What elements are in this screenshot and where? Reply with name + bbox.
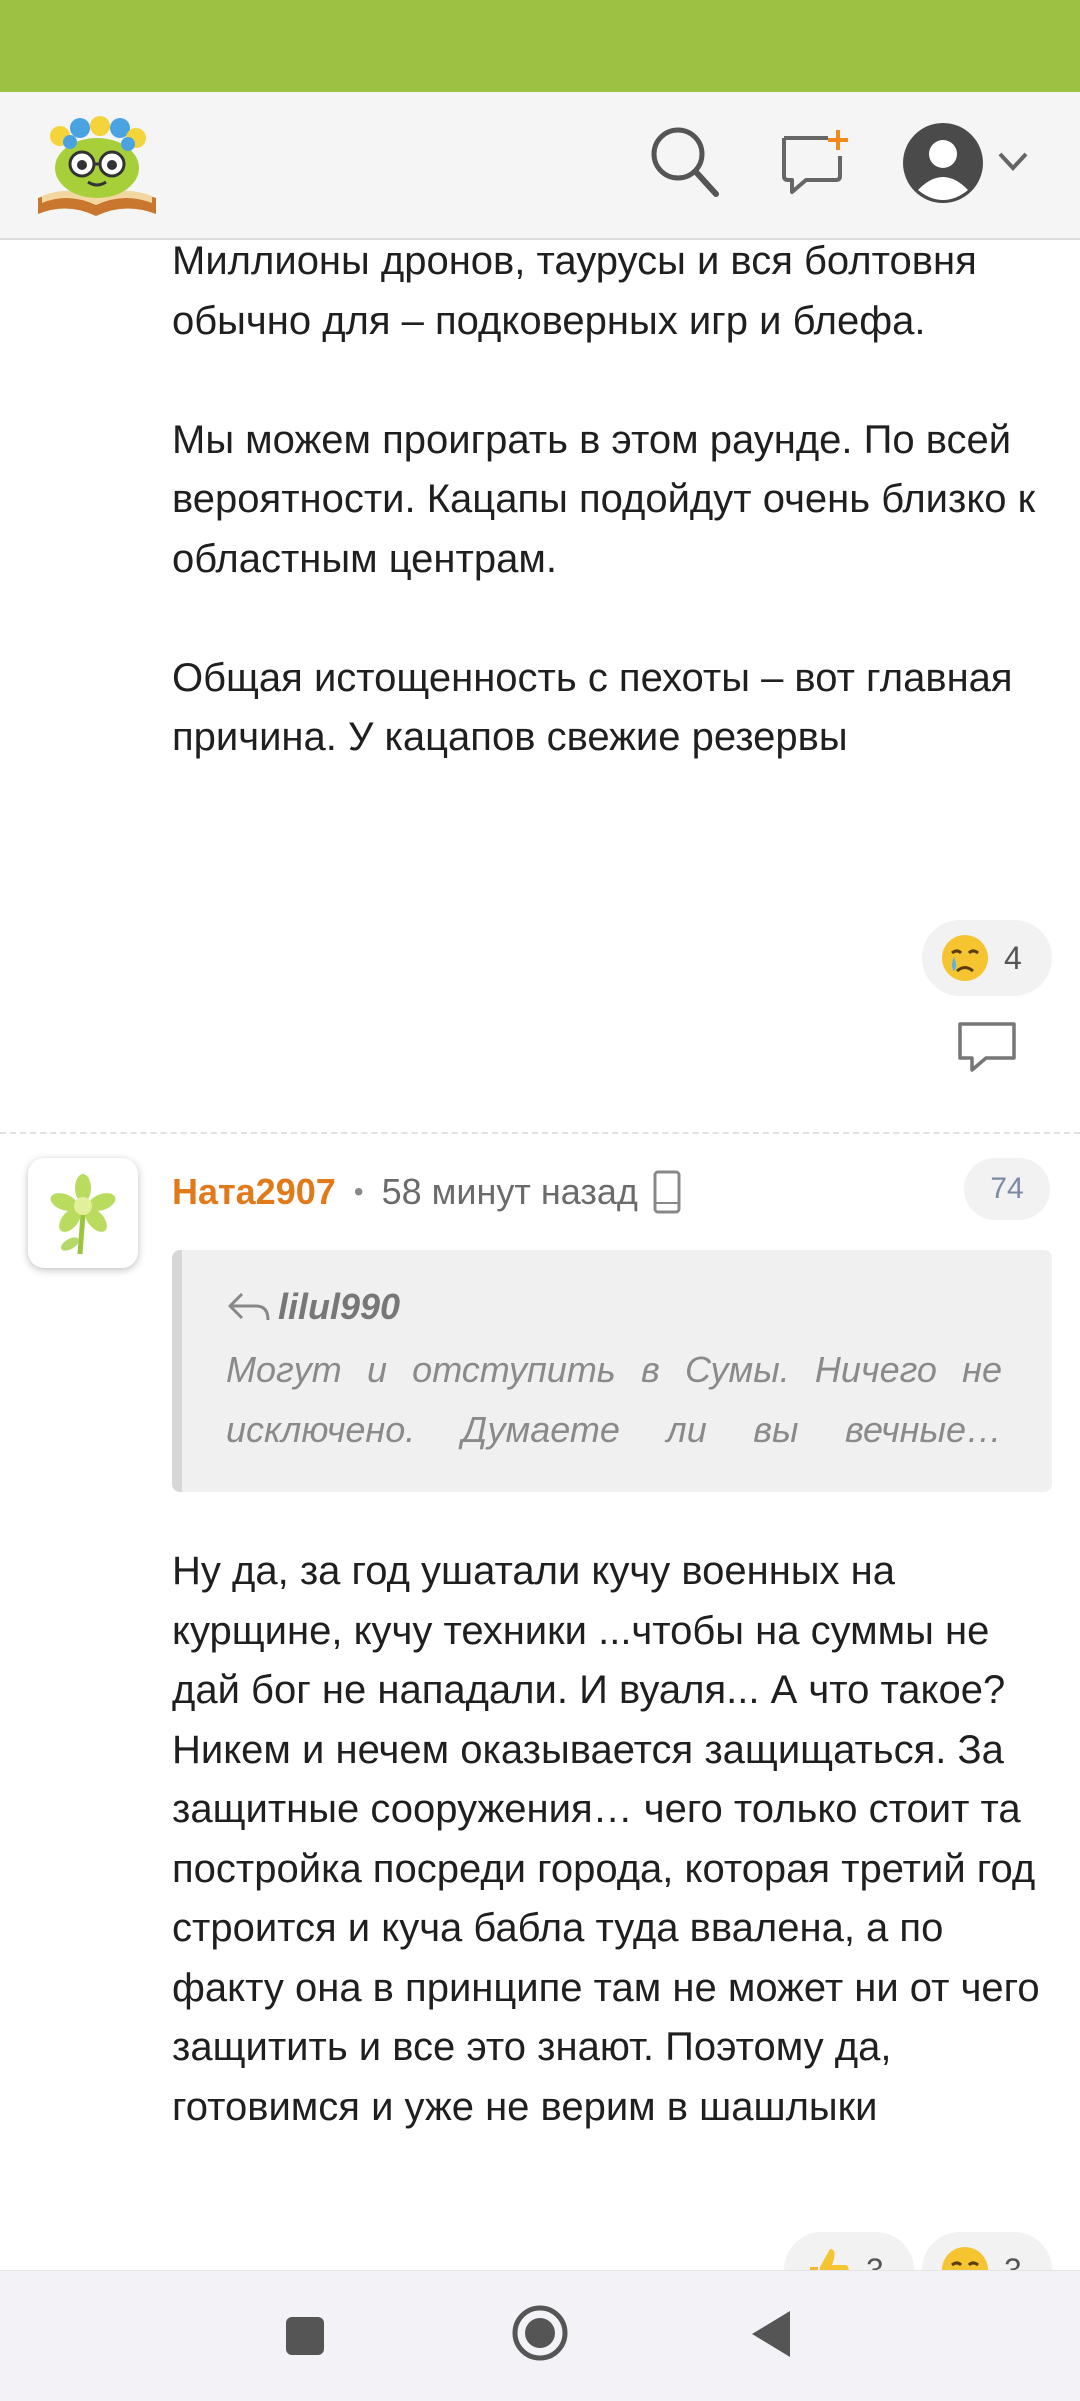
author-name[interactable]: Ната2907 [172,1171,336,1213]
chevron-down-icon[interactable] [996,150,1030,174]
reaction-button[interactable]: 3 [922,2232,1052,2270]
post-paragraph: Мы можем проиграть в этом раунде. По все… [172,417,1036,581]
meta-separator: • [353,1176,364,1207]
comments-feed: Миллионы дронов, таурусы и вся болтовня … [0,240,1080,2270]
status-bar [0,0,1080,92]
search-icon[interactable] [646,122,722,202]
reaction-button[interactable]: 3 [784,2232,914,2270]
quote-header: lilul990 [226,1286,400,1328]
post-paragraph: Общая истощенность с пехоты – вот главна… [172,655,1013,760]
avatar[interactable] [28,1158,138,1268]
reply-arrow-icon [228,1292,270,1321]
reaction-count: 3 [866,2251,884,2271]
quoted-comment[interactable]: lilul990 Могут и отступить в Сумы. Ничег… [172,1250,1052,1492]
new-message-icon[interactable] [778,126,852,198]
comment-divider [0,1132,1080,1134]
reaction-count: 4 [1004,939,1022,976]
crying-face-icon [942,935,988,981]
back-icon[interactable] [748,2307,794,2361]
comment-meta: Ната2907 • 58 минут назад [172,1162,682,1222]
quote-author: lilul990 [278,1286,401,1327]
thumbs-up-icon [810,2249,849,2270]
user-avatar-icon[interactable] [900,120,986,206]
comment-body: Ну да, за год ушатали кучу военных на ку… [172,1549,1040,2129]
post-body: Миллионы дронов, таурусы и вся болтовня … [172,240,1052,768]
crying-face-icon [942,2247,988,2270]
recent-apps-icon[interactable] [282,2313,328,2359]
comment-number-badge: 74 [964,1158,1050,1220]
quote-text: Могут и отступить в Сумы. Ничего не искл… [226,1349,1002,1450]
system-navigation-bar [0,2270,1080,2401]
reply-comment-icon[interactable] [956,1020,1018,1076]
app-header [0,92,1080,240]
mobile-device-icon [653,1170,681,1214]
site-logo[interactable] [32,106,162,224]
reaction-button[interactable]: 4 [922,920,1052,996]
home-icon[interactable] [508,2301,572,2365]
comment-timestamp: 58 минут назад [381,1171,638,1212]
post-paragraph: Миллионы дронов, таурусы и вся болтовня … [172,240,977,343]
reaction-count: 3 [1004,2251,1022,2271]
